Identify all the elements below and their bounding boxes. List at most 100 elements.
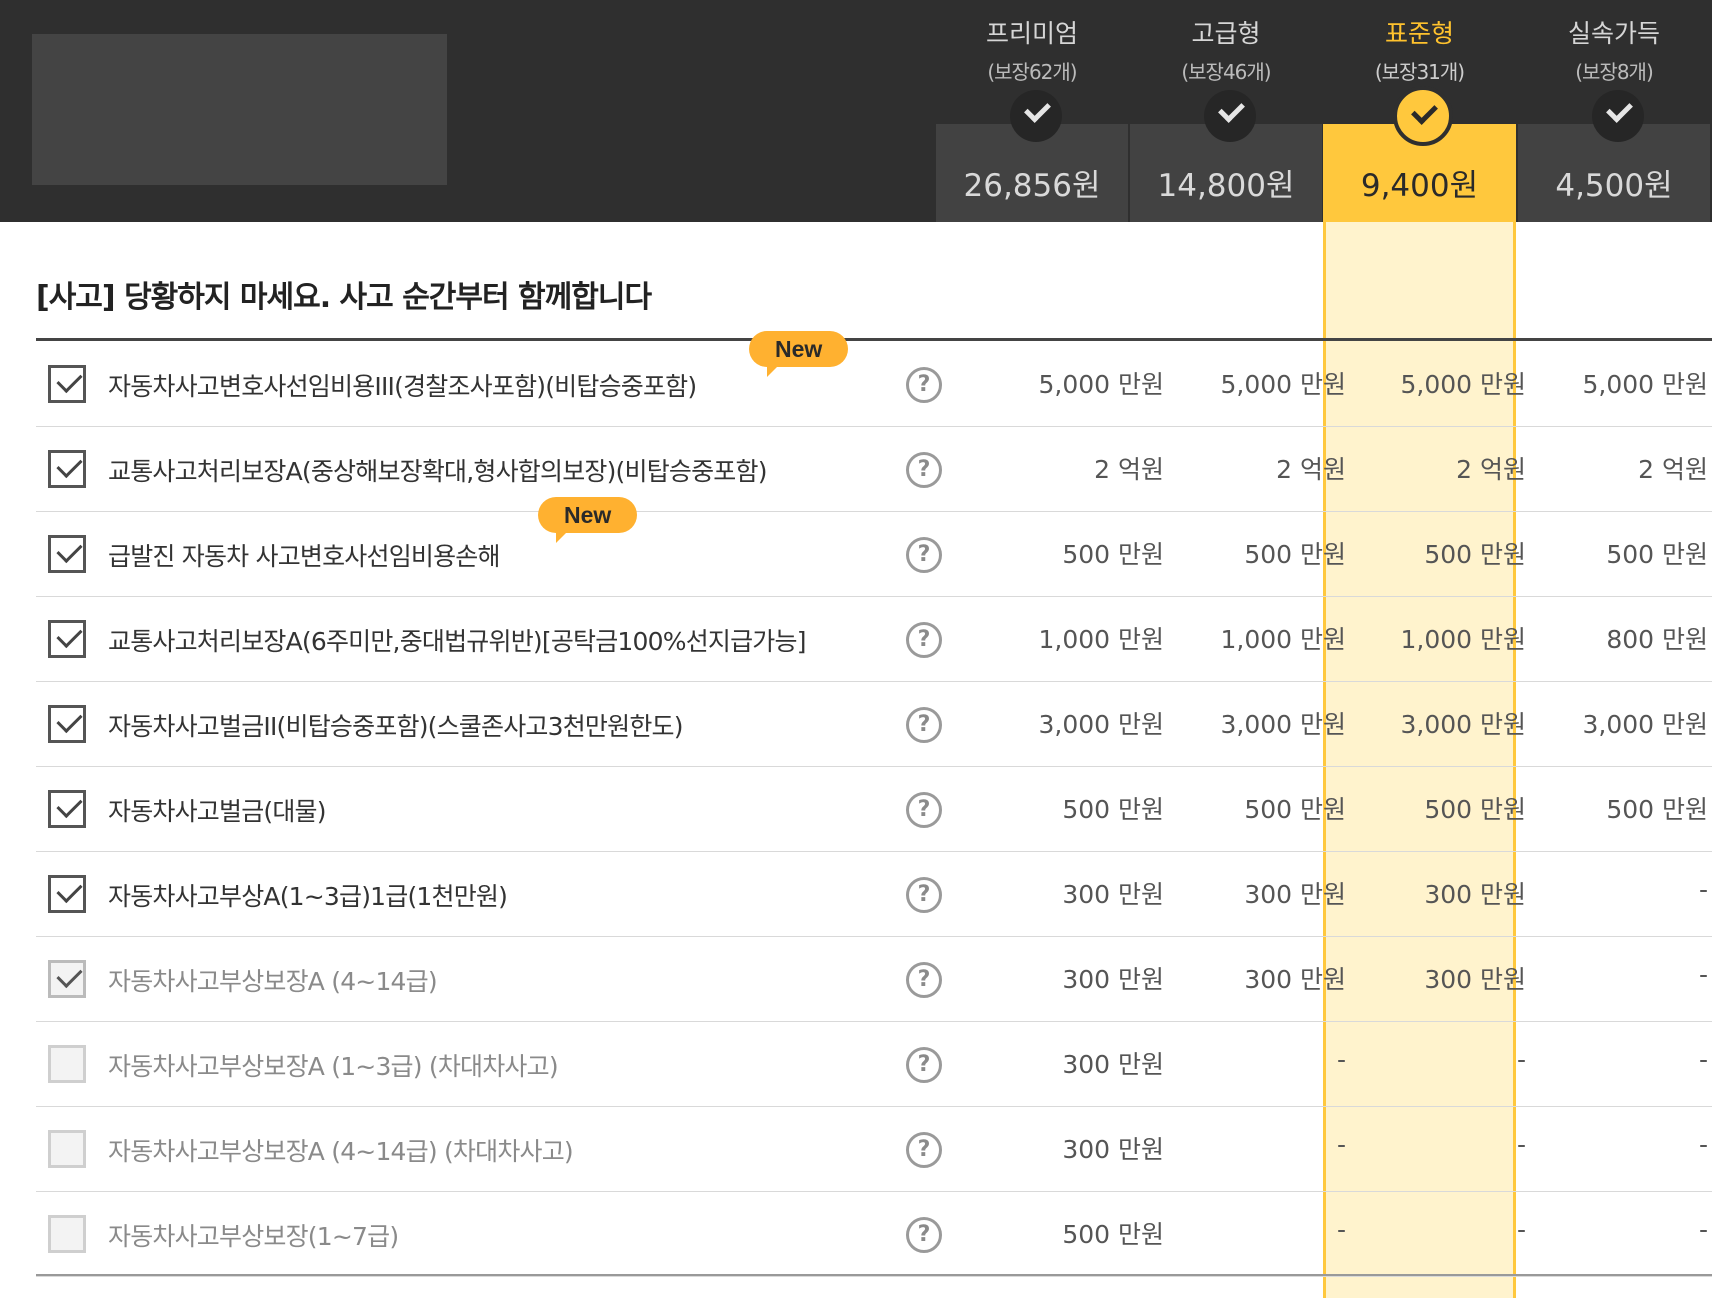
coverage-amount: - xyxy=(1698,875,1708,904)
coverage-row: 교통사고처리보장A(중상해보장확대,형사합의보장)(비탑승중포함)? 2 억원 2 … xyxy=(36,426,1712,512)
plan-coverage-count: (보장62개) xyxy=(987,60,1077,84)
coverage-row: 급발진 자동차 사고변호사선임비용손해? 500 만원 500 만원 500 만원 50… xyxy=(36,511,1712,597)
coverage-label: 자동차사고부상보장A (1~3급) (차대차사고) xyxy=(108,1052,559,1081)
coverage-row: 자동차사고벌금II(비탑승중포함)(스쿨존사고3천만원한도)? 3,000 만원 3… xyxy=(36,681,1712,767)
coverage-checkbox[interactable] xyxy=(48,1130,86,1168)
coverage-amount: 5,000 만원 xyxy=(1582,370,1708,399)
coverage-amount: 500 만원 xyxy=(1062,1220,1164,1249)
coverage-amount: 3,000 만원 xyxy=(1220,710,1346,739)
coverage-amount: 300 만원 xyxy=(1244,880,1346,909)
coverage-checkbox[interactable] xyxy=(48,365,86,403)
coverage-amount: 500 만원 xyxy=(1606,540,1708,569)
help-icon[interactable]: ? xyxy=(906,962,942,998)
coverage-amount: 3,000 만원 xyxy=(1582,710,1708,739)
help-icon[interactable]: ? xyxy=(906,877,942,913)
coverage-label: 급발진 자동차 사고변호사선임비용손해 xyxy=(108,542,501,571)
coverage-row: 자동차사고부상A(1~3급)1급(1천만원)? 300 만원 300 만원 300 만… xyxy=(36,851,1712,937)
coverage-amount: 500 만원 xyxy=(1062,795,1164,824)
coverage-amount: - xyxy=(1336,1045,1346,1074)
coverage-amount: - xyxy=(1698,1045,1708,1074)
coverage-row: 자동차사고부상보장(1~7급)? 500 만원 - - - xyxy=(36,1191,1712,1277)
coverage-amount: 2 억원 xyxy=(1094,455,1164,484)
coverage-amount: 300 만원 xyxy=(1062,1135,1164,1164)
plan-price: 4,500원 xyxy=(1555,168,1673,204)
coverage-amount: 500 만원 xyxy=(1244,795,1346,824)
coverage-checkbox[interactable] xyxy=(48,450,86,488)
coverage-label: 교통사고처리보장A(6주미만,중대법규위반)[공탁금100%선지급가능] xyxy=(108,627,806,656)
help-icon[interactable]: ? xyxy=(906,452,942,488)
coverage-checkbox[interactable] xyxy=(48,535,86,573)
plan-name: 표준형 xyxy=(1384,19,1454,48)
coverage-row: 자동차사고부상보장A (4~14급) (차대차사고)? 300 만원 - - - xyxy=(36,1106,1712,1192)
help-icon[interactable]: ? xyxy=(906,792,942,828)
logo-placeholder xyxy=(32,34,447,185)
coverage-amount: 500 만원 xyxy=(1062,540,1164,569)
help-icon[interactable]: ? xyxy=(906,367,942,403)
coverage-amount: - xyxy=(1516,1215,1526,1244)
coverage-amount: 5,000 만원 xyxy=(1400,370,1526,399)
coverage-amount: 300 만원 xyxy=(1244,965,1346,994)
help-icon[interactable]: ? xyxy=(906,537,942,573)
coverage-amount: 300 만원 xyxy=(1424,965,1526,994)
section-title: [사고] 당황하지 마세요. 사고 순간부터 함께합니다 xyxy=(36,280,652,315)
plan-name: 고급형 xyxy=(1191,19,1261,48)
plan-value[interactable]: 실속가득 (보장8개) 4,500원 xyxy=(1518,0,1710,222)
coverage-checkbox[interactable] xyxy=(48,790,86,828)
table-bottom-rule xyxy=(36,1274,1712,1276)
new-badge: New xyxy=(749,331,849,377)
help-icon[interactable]: ? xyxy=(906,1132,942,1168)
plan-header: 프리미엄 (보장62개) 26,856원 고급형 (보장46개) 14,800원… xyxy=(0,0,1712,222)
coverage-checkbox[interactable] xyxy=(48,705,86,743)
coverage-label: 자동차사고부상보장A (4~14급) (차대차사고) xyxy=(108,1137,574,1166)
coverage-checkbox[interactable] xyxy=(48,620,86,658)
plan-premium[interactable]: 프리미엄 (보장62개) 26,856원 xyxy=(936,0,1128,222)
coverage-amount: - xyxy=(1336,1130,1346,1159)
check-circle-icon[interactable] xyxy=(1393,86,1453,146)
coverage-amount: - xyxy=(1336,1215,1346,1244)
coverage-row: 자동차사고벌금(대물)? 500 만원 500 만원 500 만원 500 만원 xyxy=(36,766,1712,852)
coverage-label: 교통사고처리보장A(중상해보장확대,형사합의보장)(비탑승중포함) xyxy=(108,457,767,486)
coverage-amount: 2 억원 xyxy=(1276,455,1346,484)
help-icon[interactable]: ? xyxy=(906,707,942,743)
check-circle-icon[interactable] xyxy=(1010,90,1062,142)
coverage-label: 자동차사고벌금(대물) xyxy=(108,797,327,826)
plan-coverage-count: (보장46개) xyxy=(1181,60,1271,84)
plan-price: 14,800원 xyxy=(1157,168,1295,204)
plan-coverage-count: (보장31개) xyxy=(1374,60,1465,84)
help-icon[interactable]: ? xyxy=(906,1047,942,1083)
coverage-label: 자동차사고부상A(1~3급)1급(1천만원) xyxy=(108,882,508,911)
coverage-amount: 3,000 만원 xyxy=(1038,710,1164,739)
check-circle-icon[interactable] xyxy=(1204,90,1256,142)
coverage-amount: 800 만원 xyxy=(1606,625,1708,654)
coverage-amount: 1,000 만원 xyxy=(1400,625,1526,654)
coverage-amount: - xyxy=(1698,1215,1708,1244)
coverage-amount: 5,000 만원 xyxy=(1038,370,1164,399)
help-icon[interactable]: ? xyxy=(906,622,942,658)
coverage-amount: 2 억원 xyxy=(1638,455,1708,484)
coverage-checkbox[interactable] xyxy=(48,1045,86,1083)
coverage-amount: 500 만원 xyxy=(1244,540,1346,569)
plan-standard-selected[interactable]: 표준형 (보장31개) 9,400원 xyxy=(1323,0,1516,222)
plan-name: 실속가득 xyxy=(1567,19,1660,48)
coverage-amount: 300 만원 xyxy=(1062,880,1164,909)
coverage-amount: - xyxy=(1516,1045,1526,1074)
coverage-amount: 1,000 만원 xyxy=(1038,625,1164,654)
coverage-label: 자동차사고부상보장A (4~14급) xyxy=(108,967,438,996)
coverage-checkbox[interactable] xyxy=(48,875,86,913)
coverage-checkbox[interactable] xyxy=(48,960,86,998)
coverage-amount: 5,000 만원 xyxy=(1220,370,1346,399)
coverage-label: 자동차사고부상보장(1~7급) xyxy=(108,1222,399,1251)
coverage-row: 자동차사고부상보장A (1~3급) (차대차사고)? 300 만원 - - - xyxy=(36,1021,1712,1107)
help-icon[interactable]: ? xyxy=(906,1217,942,1253)
coverage-amount: - xyxy=(1698,1130,1708,1159)
coverage-amount: 300 만원 xyxy=(1424,880,1526,909)
coverage-label: 자동차사고벌금II(비탑승중포함)(스쿨존사고3천만원한도) xyxy=(108,712,683,741)
coverage-amount: - xyxy=(1698,960,1708,989)
coverage-amount: - xyxy=(1516,1130,1526,1159)
plan-coverage-count: (보장8개) xyxy=(1575,60,1654,84)
plan-advanced[interactable]: 고급형 (보장46개) 14,800원 xyxy=(1130,0,1322,222)
check-circle-icon[interactable] xyxy=(1592,90,1644,142)
plan-price: 26,856원 xyxy=(963,168,1101,204)
coverage-amount: 500 만원 xyxy=(1606,795,1708,824)
coverage-checkbox[interactable] xyxy=(48,1215,86,1253)
